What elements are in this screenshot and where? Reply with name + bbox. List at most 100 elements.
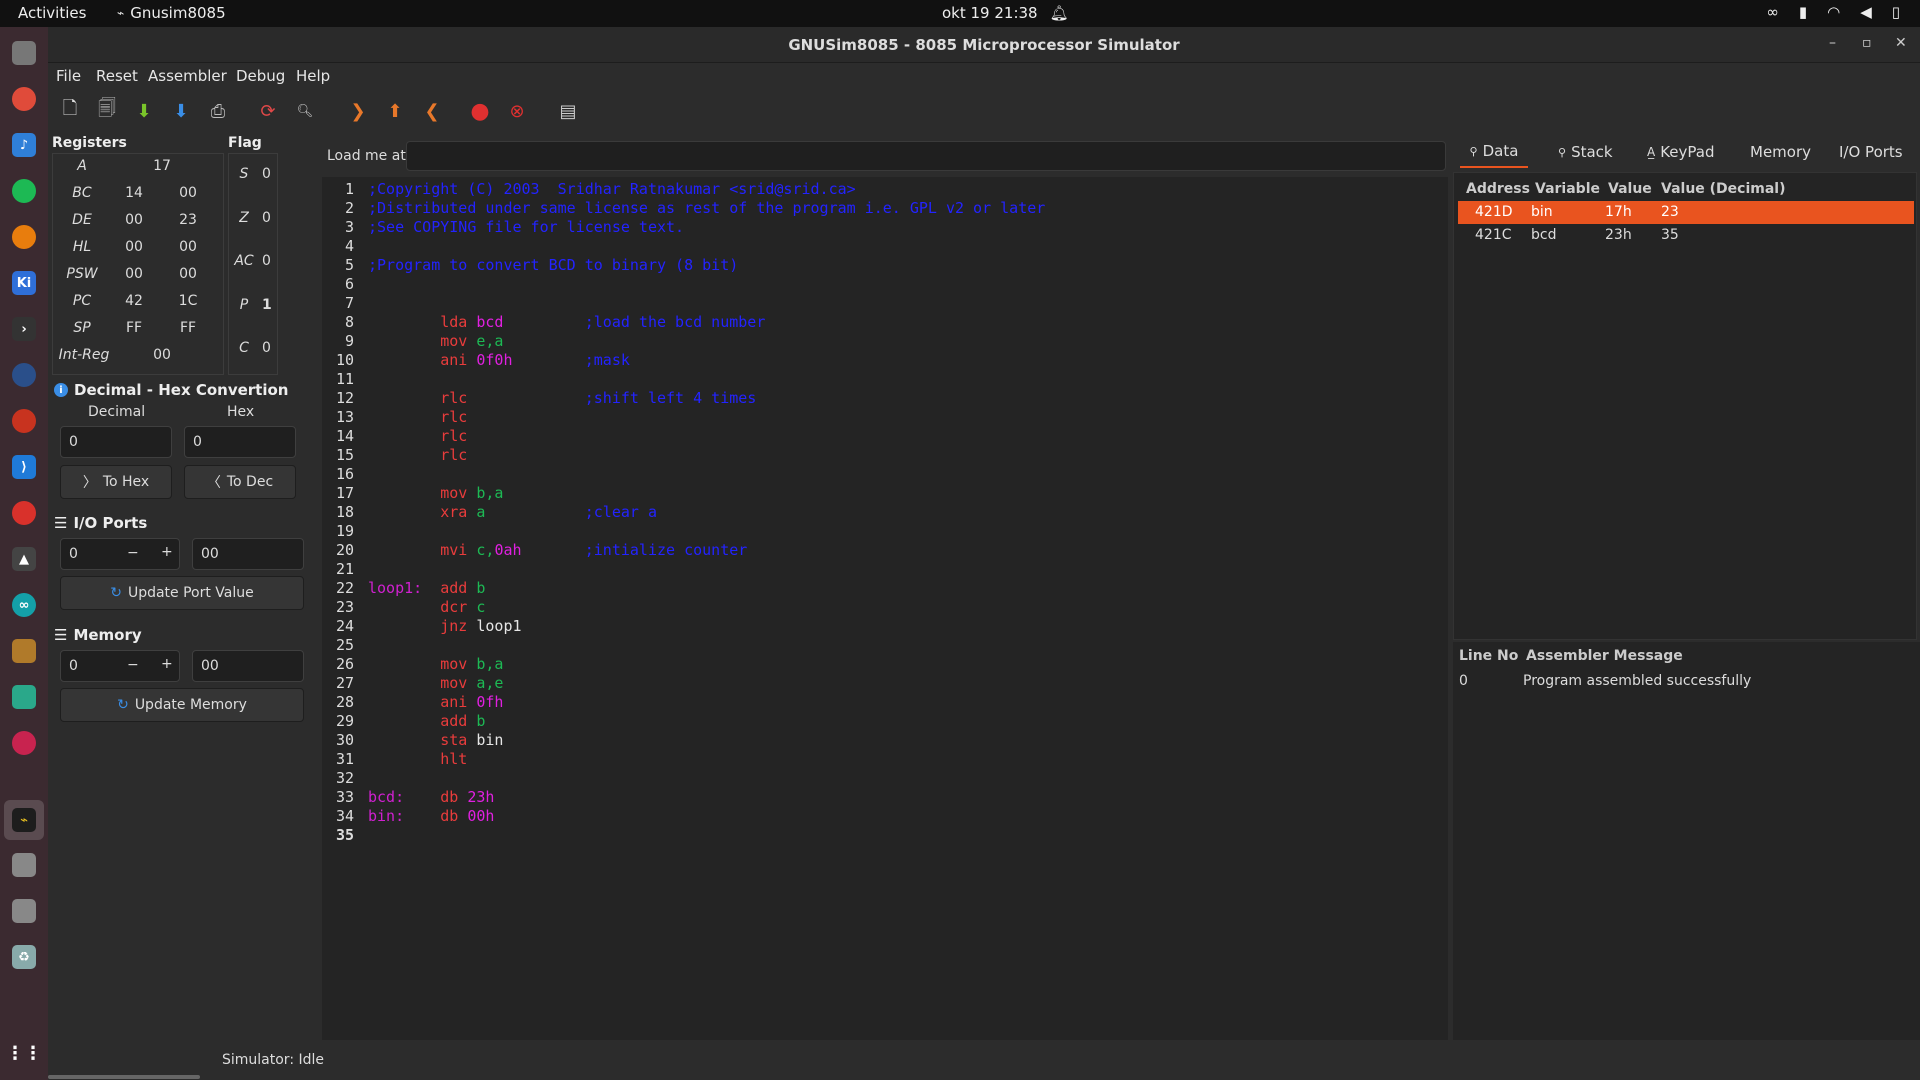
tab-data-label: Data [1482,142,1519,160]
register-low-value: 23 [179,212,197,228]
memory-increment-button[interactable]: + [161,656,173,672]
search-icon: ⚲ [1558,145,1567,159]
assembler-messages: Line No Assembler Message 0 Program asse… [1453,642,1920,1040]
inkscape-icon[interactable]: ▲ [12,547,36,571]
step-over-icon[interactable]: ⬆ [383,99,407,123]
menu-file[interactable]: File [56,67,81,85]
kicad-icon[interactable]: Ki [12,271,36,295]
port-value-input[interactable]: 00 [192,538,304,570]
terminal-icon[interactable]: › [12,317,36,341]
assemble-icon[interactable]: ⟳ [256,99,280,123]
to-dec-button[interactable]: 〈 To Dec [184,465,296,499]
cell-value: 17h [1605,204,1632,220]
tab-memory[interactable]: Memory [1750,136,1811,168]
col-line-no[interactable]: Line No [1459,648,1518,664]
blender-icon[interactable] [12,225,36,249]
code-line: mvi c,0ah ;intialize counter [368,541,747,559]
col-value-decimal[interactable]: Value (Decimal) [1661,181,1786,197]
chrome-icon[interactable] [12,87,36,111]
activities-button[interactable]: Activities [18,4,86,22]
message-row[interactable]: 0 Program assembled successfully [1453,670,1909,693]
flag-name: P [239,296,249,313]
table-row[interactable]: 421C bcd 23h 35 [1458,224,1914,247]
music-icon[interactable]: ♪ [12,133,36,157]
table-row[interactable]: 421D bin 17h 23 [1458,201,1914,224]
raspberry-icon[interactable] [12,731,36,755]
close-button[interactable]: ✕ [1895,35,1907,51]
memory-value-input[interactable]: 00 [192,650,304,682]
find-icon[interactable]: 🔍︎ [293,99,317,123]
app-menu[interactable]: ⌁ Gnusim8085 [117,4,226,22]
save-as-icon[interactable]: ⬇ [169,99,193,123]
drive2-icon[interactable] [12,899,36,923]
arduino-icon[interactable]: ∞ [12,593,36,617]
line-number: 18 [335,503,354,521]
menu-debug[interactable]: Debug [236,67,285,85]
register-high-value: 14 [125,185,143,201]
tab-data[interactable]: ⚲ Data [1460,136,1528,168]
code-line: bcd: db 23h [368,788,494,806]
step-in-icon[interactable]: ❯ [346,99,370,123]
drive-icon[interactable] [12,853,36,877]
vscode-icon[interactable]: ⟩ [12,455,36,479]
col-message[interactable]: Assembler Message [1526,648,1683,664]
app-green-icon[interactable] [12,685,36,709]
gnusim-icon[interactable]: ⌁ [12,808,36,832]
stop-icon[interactable]: ⊗ [505,99,529,123]
line-number: 6 [344,275,354,293]
memory-address-input[interactable]: 0 − + [60,650,180,682]
flag-name: S [239,166,249,182]
dosbox-icon[interactable] [12,639,36,663]
menu-reset[interactable]: Reset [96,67,138,85]
tab-keypad[interactable]: A̲ KeyPad [1647,136,1715,168]
memory-decrement-button[interactable]: − [127,657,139,673]
col-address[interactable]: Address [1466,181,1530,197]
code-line: mov b,a [368,484,503,502]
tab-io-ports[interactable]: I/O Ports [1839,136,1903,168]
files-icon[interactable] [12,41,36,65]
chevron-right-icon: 〉 [82,475,97,491]
update-memory-button[interactable]: ↻ Update Memory [60,688,304,722]
port-number-input[interactable]: 0 − + [60,538,180,570]
hex-input[interactable]: 0 [184,426,296,458]
port-increment-button[interactable]: + [161,544,173,560]
print-icon[interactable]: ⎙ [206,99,230,123]
spotify-icon[interactable] [12,179,36,203]
port-decrement-button[interactable]: − [127,545,139,561]
maximize-button[interactable]: ▫ [1862,35,1872,51]
line-number: 13 [335,408,354,426]
tab-memory-label: Memory [1750,143,1812,161]
to-hex-button[interactable]: 〉 To Hex [60,465,172,499]
col-variable[interactable]: Variable [1535,181,1600,197]
status-scrollbar[interactable] [48,1075,200,1079]
code-editor[interactable]: 1 ;Copyright (C) 2003 Sridhar Ratnakumar … [322,177,1448,1040]
col-value[interactable]: Value [1608,181,1652,197]
register-high-value: 42 [125,293,143,309]
trash-icon[interactable]: ♻ [12,945,36,969]
infinity-icon: ∞ [1766,3,1779,21]
menu-bar: File Reset Assembler Debug Help [48,63,1920,89]
load-address-input[interactable] [406,141,1446,171]
line-number: 34 [335,807,354,825]
film-icon[interactable]: ▤ [556,99,580,123]
new-file-icon[interactable]: 🗋 [58,98,82,123]
system-tray[interactable]: ∞ ▮ ◠ ◀︎ ▯ [1766,3,1900,21]
breakpoint-icon[interactable]: ● [468,99,492,124]
strawberry-icon[interactable] [12,501,36,525]
step-out-icon[interactable]: ❮ [420,99,444,123]
register-name: PSW [66,266,98,282]
save-icon[interactable]: ⬇ [132,99,156,123]
open-file-icon[interactable]: 🗐 [95,98,119,123]
clock[interactable]: okt 19 21:38 🔔︎ [942,4,1069,22]
register-low-value: FF [179,320,197,336]
dragon-icon[interactable] [12,409,36,433]
register-high-value: FF [125,320,143,336]
menu-assembler[interactable]: Assembler [148,67,227,85]
menu-help[interactable]: Help [296,67,330,85]
update-port-button[interactable]: ↻ Update Port Value [60,576,304,610]
minimize-button[interactable]: – [1829,35,1836,51]
decimal-input[interactable]: 0 [60,426,172,458]
keepass-icon[interactable] [12,363,36,387]
tab-stack[interactable]: ⚲ Stack [1558,136,1613,168]
show-apps-icon[interactable]: ⋮⋮ [6,1041,42,1065]
